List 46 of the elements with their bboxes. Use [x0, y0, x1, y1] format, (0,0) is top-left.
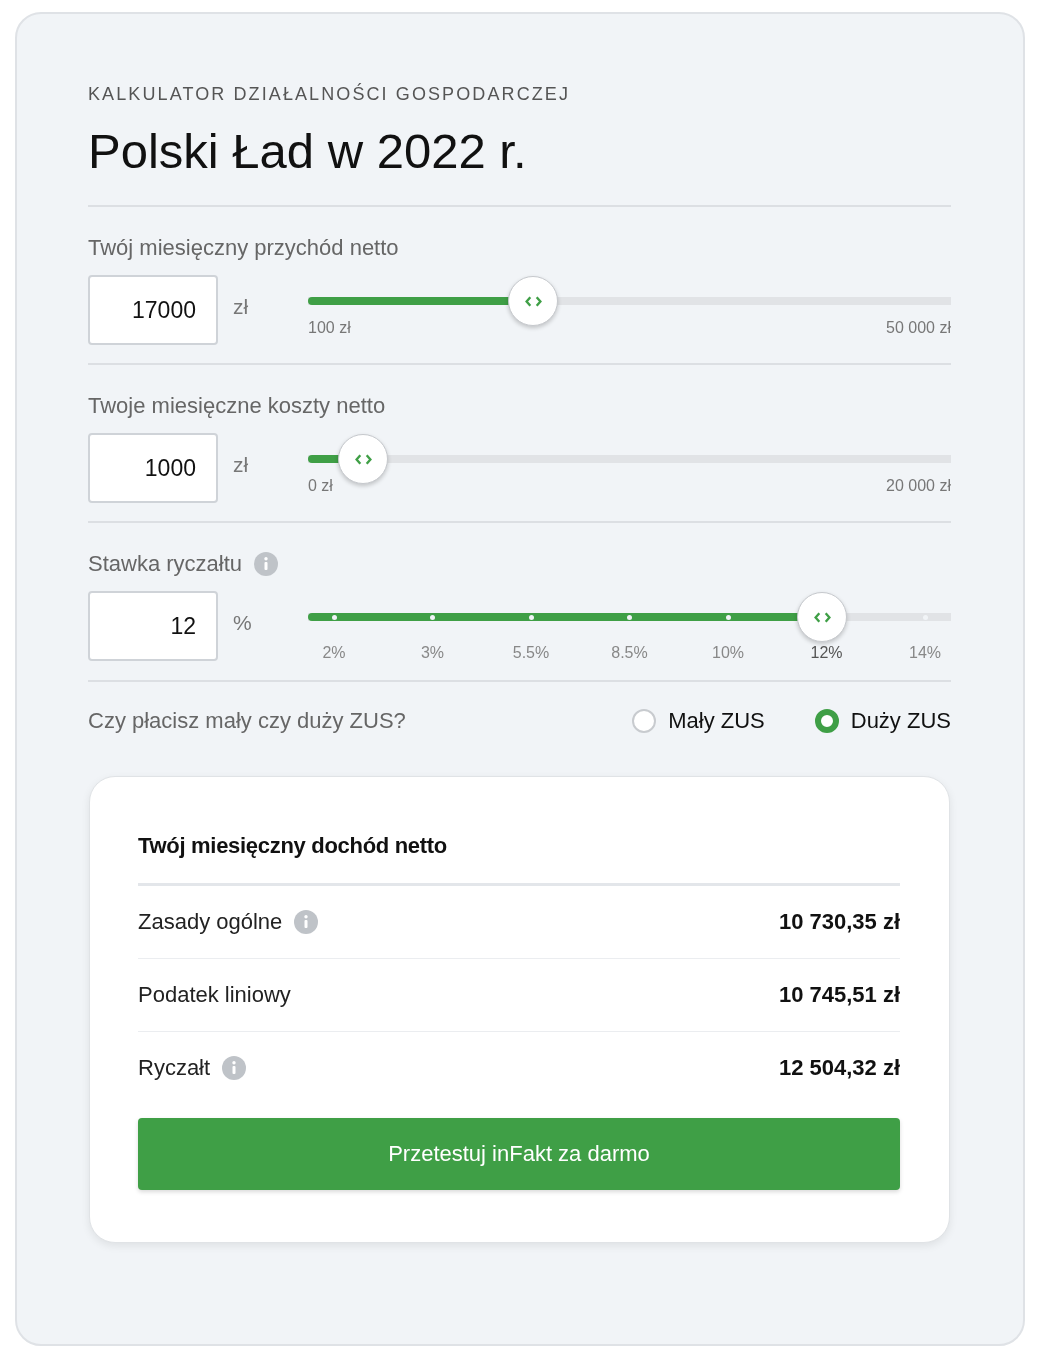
result-label: Podatek liniowy: [138, 982, 291, 1008]
step-label[interactable]: 8.5%: [609, 644, 650, 662]
radio-label[interactable]: Mały ZUS: [668, 708, 765, 734]
amount-input[interactable]: 1000: [88, 433, 218, 503]
unit-label: zł: [232, 295, 250, 319]
min-label: 100 zł: [308, 319, 351, 337]
step-dot: [430, 614, 435, 620]
radio-button[interactable]: [814, 709, 839, 733]
amount-input[interactable]: 17000: [88, 275, 218, 345]
radio-button[interactable]: [632, 709, 657, 733]
step-label[interactable]: 12%: [806, 644, 847, 662]
result-label: Zasady ogólne: [138, 909, 283, 935]
info-icon[interactable]: [294, 910, 319, 934]
step-label[interactable]: 2%: [314, 644, 354, 662]
max-label: 50 000 zł: [886, 319, 951, 337]
zus-question: Czy płacisz mały czy duży ZUS?: [88, 708, 406, 734]
step-dot: [627, 614, 632, 620]
field-label: Twoje miesięczne koszty netto: [88, 393, 386, 419]
step-label[interactable]: 5.5%: [511, 644, 551, 662]
max-label: 20 000 zł: [886, 477, 951, 495]
step-label[interactable]: 10%: [708, 644, 748, 662]
amount-input[interactable]: 12: [88, 591, 218, 661]
step-label[interactable]: 3%: [412, 644, 453, 662]
result-amount: 12 504,32 zł: [778, 1055, 900, 1081]
calculator-eyebrow: KALKULATOR DZIAŁALNOŚCI GOSPODARCZEJ: [88, 84, 572, 105]
result-heading: Twój miesięczny dochód netto: [138, 833, 900, 886]
step-dot: [331, 614, 337, 620]
info-icon[interactable]: [222, 1056, 247, 1080]
step-label[interactable]: 14%: [905, 644, 945, 662]
radio-label[interactable]: Duży ZUS: [850, 708, 951, 734]
calculator-title: Polski Ład w 2022 r.: [88, 123, 951, 207]
slider-thumb[interactable]: [508, 276, 559, 326]
field-label: Stawka ryczałtu: [88, 551, 243, 577]
result-amount: 10 730,35 zł: [778, 909, 900, 935]
slider-thumb[interactable]: [338, 434, 389, 484]
slider-thumb[interactable]: [797, 592, 848, 642]
unit-label: zł: [232, 453, 250, 477]
result-amount: 10 745,51 zł: [778, 982, 900, 1008]
min-label: 0 zł: [308, 477, 333, 495]
trial-button[interactable]: Przetestuj inFakt za darmo: [138, 1118, 900, 1190]
info-icon[interactable]: [254, 552, 279, 576]
result-label: Ryczałt: [138, 1055, 211, 1081]
step-dot: [725, 614, 731, 620]
unit-label: %: [232, 611, 253, 635]
step-dot: [528, 614, 534, 620]
field-label: Twój miesięczny przychód netto: [88, 235, 399, 261]
